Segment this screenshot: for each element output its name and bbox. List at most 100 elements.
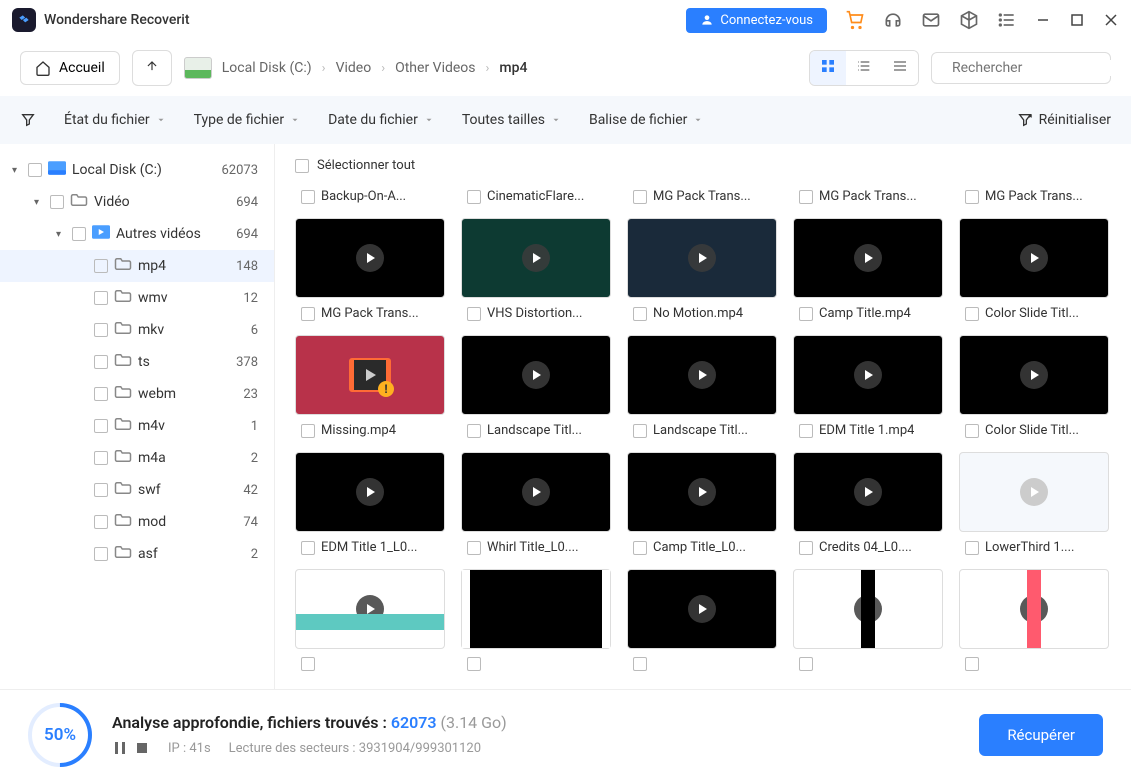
file-checkbox[interactable]	[467, 424, 481, 438]
file-thumbnail[interactable]	[295, 569, 445, 649]
tree-item-wmv[interactable]: wmv12	[0, 282, 274, 314]
tree-checkbox[interactable]	[72, 227, 86, 241]
tree-checkbox[interactable]	[94, 323, 108, 337]
file-checkbox[interactable]	[799, 541, 813, 555]
filter-size[interactable]: Toutes tailles	[462, 112, 561, 128]
file-thumbnail[interactable]	[461, 569, 611, 649]
file-item[interactable]: MG Pack Trans...	[627, 181, 777, 212]
file-checkbox[interactable]	[799, 424, 813, 438]
tree-toggle-icon[interactable]: ▾	[12, 165, 22, 176]
file-thumbnail[interactable]	[627, 218, 777, 298]
file-thumbnail[interactable]	[627, 452, 777, 532]
search-box[interactable]	[931, 52, 1111, 84]
file-checkbox[interactable]	[799, 307, 813, 321]
file-thumbnail[interactable]	[959, 569, 1109, 649]
file-item[interactable]: Color Slide Titl...	[959, 218, 1109, 329]
breadcrumb-item[interactable]: Other Videos	[395, 60, 475, 76]
headset-icon[interactable]	[883, 10, 903, 30]
file-item[interactable]: VHS Distortion...	[461, 218, 611, 329]
file-checkbox[interactable]	[965, 307, 979, 321]
connect-button[interactable]: Connectez-vous	[686, 8, 827, 33]
file-checkbox[interactable]	[467, 190, 481, 204]
file-item[interactable]: Camp Title_L0...	[627, 452, 777, 563]
file-checkbox[interactable]	[633, 657, 647, 671]
file-checkbox[interactable]	[301, 424, 315, 438]
tree-item-mp4[interactable]: mp4148	[0, 250, 274, 282]
tree-toggle-icon[interactable]: ▾	[34, 197, 44, 208]
filter-state[interactable]: État du fichier	[64, 112, 166, 128]
tree-checkbox[interactable]	[28, 163, 42, 177]
file-thumbnail[interactable]	[959, 218, 1109, 298]
tree-checkbox[interactable]	[94, 355, 108, 369]
file-checkbox[interactable]	[633, 424, 647, 438]
file-checkbox[interactable]	[633, 541, 647, 555]
maximize-button[interactable]	[1069, 12, 1085, 28]
file-item[interactable]: EDM Title 1.mp4	[793, 335, 943, 446]
file-thumbnail[interactable]	[959, 335, 1109, 415]
file-item[interactable]: MG Pack Trans...	[959, 181, 1109, 212]
tree-item-localdiskc[interactable]: ▾Local Disk (C:)62073	[0, 154, 274, 186]
tree-checkbox[interactable]	[94, 515, 108, 529]
file-checkbox[interactable]	[301, 541, 315, 555]
up-button[interactable]	[132, 50, 172, 86]
breadcrumb-item[interactable]: Local Disk (C:)	[222, 60, 312, 76]
tree-item-vido[interactable]: ▾Vidéo694	[0, 186, 274, 218]
file-thumbnail[interactable]	[793, 452, 943, 532]
list-view-button[interactable]	[846, 51, 882, 85]
search-input[interactable]	[952, 60, 1130, 76]
tree-checkbox[interactable]	[94, 547, 108, 561]
tree-item-m4a[interactable]: m4a2	[0, 442, 274, 474]
tree-item-mkv[interactable]: mkv6	[0, 314, 274, 346]
file-item[interactable]: !Missing.mp4	[295, 335, 445, 446]
file-thumbnail[interactable]	[793, 335, 943, 415]
file-thumbnail[interactable]	[627, 335, 777, 415]
file-item[interactable]: Landscape Titl...	[461, 335, 611, 446]
file-item[interactable]: MG Pack Trans...	[793, 181, 943, 212]
tree-item-autresvidos[interactable]: ▾Autres vidéos694	[0, 218, 274, 250]
file-checkbox[interactable]	[301, 190, 315, 204]
tree-item-ts[interactable]: ts378	[0, 346, 274, 378]
file-checkbox[interactable]	[965, 424, 979, 438]
select-all-checkbox[interactable]	[295, 159, 309, 173]
tree-toggle-icon[interactable]: ▾	[56, 229, 66, 240]
cube-icon[interactable]	[959, 10, 979, 30]
close-button[interactable]	[1103, 12, 1119, 28]
filter-type[interactable]: Type de fichier	[194, 112, 300, 128]
tree-item-swf[interactable]: swf42	[0, 474, 274, 506]
file-checkbox[interactable]	[467, 657, 481, 671]
tree-checkbox[interactable]	[50, 195, 64, 209]
tree-item-m4v[interactable]: m4v1	[0, 410, 274, 442]
file-item[interactable]: Camp Title.mp4	[793, 218, 943, 329]
file-item[interactable]: CinematicFlare...	[461, 181, 611, 212]
file-thumbnail[interactable]	[295, 452, 445, 532]
file-item[interactable]: Color Slide Titl...	[959, 335, 1109, 446]
tree-item-asf[interactable]: asf2	[0, 538, 274, 570]
file-checkbox[interactable]	[799, 190, 813, 204]
file-checkbox[interactable]	[965, 190, 979, 204]
file-checkbox[interactable]	[965, 541, 979, 555]
file-thumbnail[interactable]: !	[295, 335, 445, 415]
file-item[interactable]: No Motion.mp4	[627, 218, 777, 329]
file-checkbox[interactable]	[467, 307, 481, 321]
file-thumbnail[interactable]	[793, 218, 943, 298]
tree-item-mod[interactable]: mod74	[0, 506, 274, 538]
file-thumbnail[interactable]	[461, 452, 611, 532]
detail-view-button[interactable]	[882, 51, 918, 85]
file-checkbox[interactable]	[799, 657, 813, 671]
file-checkbox[interactable]	[633, 307, 647, 321]
file-thumbnail[interactable]	[627, 569, 777, 649]
minimize-button[interactable]	[1035, 12, 1051, 28]
file-thumbnail[interactable]	[461, 335, 611, 415]
file-item[interactable]: Landscape Titl...	[627, 335, 777, 446]
filter-icon[interactable]	[20, 112, 36, 128]
file-item[interactable]: LowerThird 1....	[959, 452, 1109, 563]
file-item[interactable]: Backup-On-A...	[295, 181, 445, 212]
home-button[interactable]: Accueil	[20, 51, 120, 85]
file-checkbox[interactable]	[467, 541, 481, 555]
filter-date[interactable]: Date du fichier	[328, 112, 434, 128]
file-item[interactable]	[295, 569, 445, 679]
stop-button[interactable]	[134, 740, 150, 756]
tree-checkbox[interactable]	[94, 387, 108, 401]
filter-reset[interactable]: Réinitialiser	[1017, 112, 1111, 128]
tree-item-webm[interactable]: webm23	[0, 378, 274, 410]
